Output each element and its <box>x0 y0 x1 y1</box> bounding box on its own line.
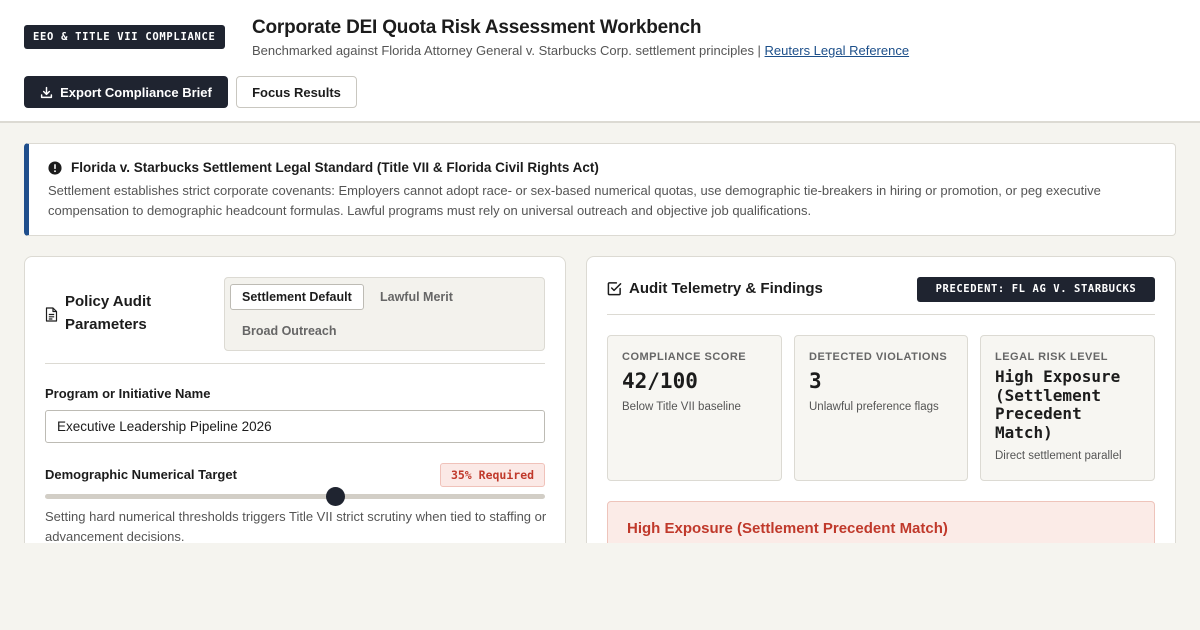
alert-body: Settlement establishes strict corporate … <box>48 183 1101 218</box>
compliance-badge: EEO & TITLE VII COMPLIANCE <box>24 25 225 49</box>
target-slider-track[interactable] <box>45 494 545 499</box>
document-icon <box>45 307 58 322</box>
page-title: Corporate DEI Quota Risk Assessment Work… <box>252 17 702 38</box>
page-subtitle: Benchmarked against Florida Attorney Gen… <box>252 43 909 58</box>
metric-value: 3 <box>809 369 822 393</box>
metric-note: Unlawful preference flags <box>809 401 939 413</box>
focus-results-button[interactable]: Focus Results <box>236 76 357 108</box>
program-name-input[interactable]: Executive Leadership Pipeline 2026 <box>45 410 545 443</box>
preset-tabs: Settlement Default Lawful Merit Broad Ou… <box>224 277 545 351</box>
page-background-fill <box>0 543 1200 630</box>
tab-broad-outreach[interactable]: Broad Outreach <box>231 318 347 344</box>
subtitle-text: Benchmarked against Florida Attorney Gen… <box>252 43 765 58</box>
export-compliance-brief-button[interactable]: Export Compliance Brief <box>24 76 228 108</box>
program-name-label: Program or Initiative Name <box>45 386 211 401</box>
tab-settlement-default[interactable]: Settlement Default <box>230 284 364 310</box>
checkbox-check-icon <box>607 282 622 296</box>
alert-title-row: Florida v. Starbucks Settlement Legal St… <box>48 160 1155 175</box>
metric-note: Below Title VII baseline <box>622 401 741 413</box>
audit-title: Audit Telemetry & Findings <box>629 280 823 297</box>
target-slider-thumb[interactable] <box>326 487 345 506</box>
metric-label: DETECTED VIOLATIONS <box>809 351 948 363</box>
policy-audit-panel: Policy Audit Parameters Settlement Defau… <box>24 256 566 556</box>
metric-legal-risk-level: LEGAL RISK LEVEL High Exposure (Settleme… <box>980 335 1155 481</box>
audit-header: Audit Telemetry & Findings <box>607 280 823 297</box>
precedent-badge: PRECEDENT: FL AG V. STARBUCKS <box>917 277 1155 302</box>
panel-divider <box>45 363 545 364</box>
reuters-reference-link[interactable]: Reuters Legal Reference <box>765 43 910 58</box>
metric-note: Direct settlement parallel <box>995 450 1122 462</box>
download-icon <box>41 86 53 98</box>
demographic-target-label: Demographic Numerical Target <box>45 467 237 482</box>
legal-standard-alert: Florida v. Starbucks Settlement Legal St… <box>24 143 1176 236</box>
finding-title: High Exposure (Settlement Precedent Matc… <box>627 520 948 537</box>
policy-panel-title: Policy Audit Parameters <box>65 293 152 333</box>
target-help-text: Setting hard numerical thresholds trigge… <box>45 509 547 544</box>
alert-circle-icon <box>48 160 62 175</box>
target-required-badge: 35% Required <box>440 463 545 487</box>
metric-compliance-score: COMPLIANCE SCORE 42/100 Below Title VII … <box>607 335 782 481</box>
export-button-label: Export Compliance Brief <box>60 84 212 100</box>
audit-divider <box>607 314 1155 315</box>
metric-label: LEGAL RISK LEVEL <box>995 351 1108 363</box>
page-header: EEO & TITLE VII COMPLIANCE Corporate DEI… <box>0 0 1200 123</box>
alert-title: Florida v. Starbucks Settlement Legal St… <box>71 160 599 175</box>
metric-value: High Exposure (Settlement Precedent Matc… <box>995 367 1121 442</box>
metric-detected-violations: DETECTED VIOLATIONS 3 Unlawful preferenc… <box>794 335 968 481</box>
metric-label: COMPLIANCE SCORE <box>622 351 747 363</box>
audit-telemetry-panel: Audit Telemetry & Findings PRECEDENT: FL… <box>586 256 1176 556</box>
tab-lawful-merit[interactable]: Lawful Merit <box>369 284 464 310</box>
metric-value: 42/100 <box>622 369 698 393</box>
